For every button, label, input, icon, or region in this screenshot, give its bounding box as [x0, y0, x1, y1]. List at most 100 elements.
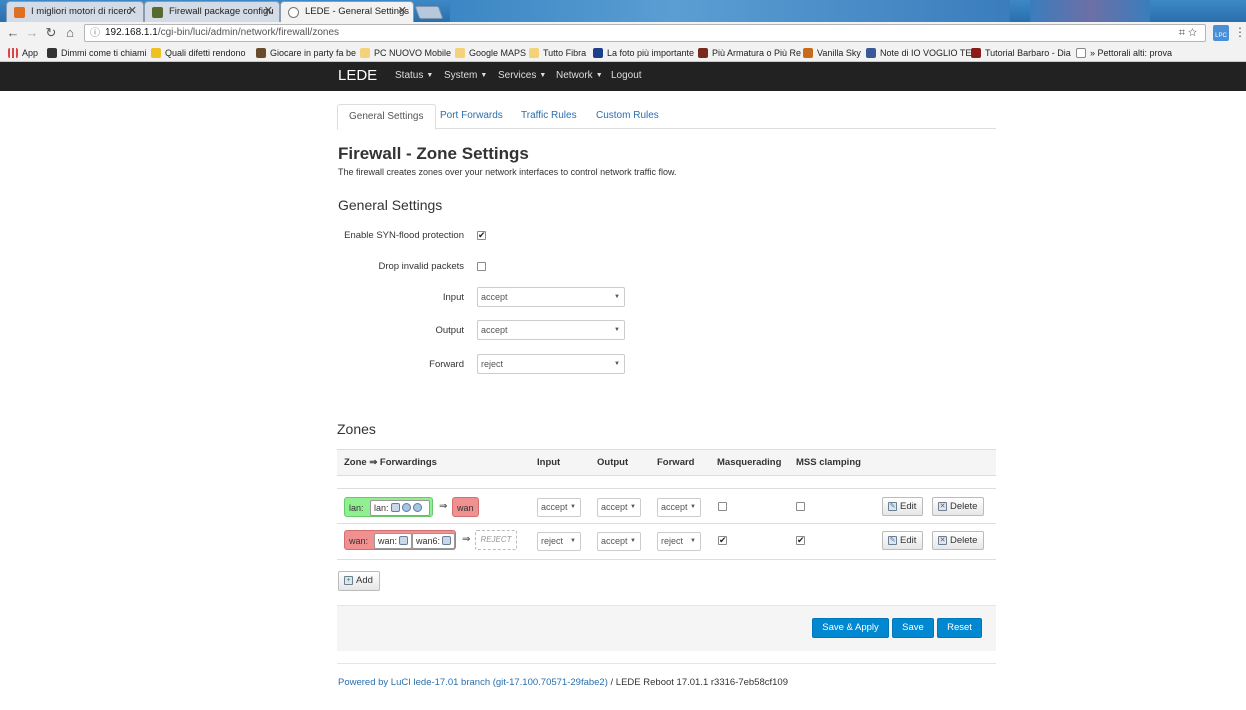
tab-traffic-rules[interactable]: Traffic Rules [510, 104, 588, 129]
delete-icon: ✕ [938, 502, 947, 511]
forward-policy-select[interactable]: reject ▼ [477, 354, 625, 374]
page-description: The firewall creates zones over your net… [338, 167, 677, 177]
brand-logo[interactable]: LEDE [338, 67, 377, 84]
syn-flood-checkbox[interactable]: ✔ [477, 231, 486, 240]
page-info-icon[interactable]: ⓘ [90, 26, 100, 42]
zone-wan-badge[interactable]: wan: wan: wan6: [344, 530, 456, 550]
bookmark-item[interactable]: La foto più importante [593, 46, 694, 60]
new-tab-button[interactable] [414, 6, 444, 19]
browser-tab-1[interactable]: I migliori motori di ricerc ✕ [6, 1, 144, 22]
output-policy-select[interactable]: accept ▼ [477, 320, 625, 340]
col-zone-forwardings: Zone ⇒ Forwardings [344, 457, 437, 468]
back-arrow-icon[interactable]: ← [6, 25, 20, 41]
zone-lan-badge[interactable]: lan: lan: [344, 497, 433, 517]
col-output: Output [597, 457, 629, 468]
translate-icon[interactable]: ⌗ [1179, 27, 1185, 39]
window-titlebar-decor [1030, 0, 1150, 22]
col-mss-clamping: MSS clamping [796, 457, 861, 468]
output-policy-label: Output [435, 325, 464, 336]
zone-lan-output-select[interactable]: accept ▼ [597, 498, 641, 517]
bookmark-item[interactable]: Note di IO VOGLIO TE [866, 46, 971, 60]
tab-port-forwards[interactable]: Port Forwards [429, 104, 514, 129]
bookmark-item[interactable]: Google MAPS [455, 46, 526, 60]
wifi-icon [412, 503, 422, 512]
dropdown-arrow-icon: ▼ [630, 538, 636, 544]
close-tab-icon[interactable]: ✕ [128, 2, 137, 21]
bookmark-item[interactable]: Giocare in party fa be [256, 46, 356, 60]
folder-icon [529, 48, 539, 58]
page-title: Firewall - Zone Settings [338, 144, 529, 163]
zones-table-header: Zone ⇒ Forwardings Input Output Forward … [337, 449, 996, 476]
home-icon[interactable]: ⌂ [63, 25, 77, 41]
bookmark-item[interactable]: Tutto Fibra [529, 46, 586, 60]
zone-wan-output-select[interactable]: accept ▼ [597, 532, 641, 551]
zone-lan-edit-button[interactable]: ✎ Edit [882, 497, 924, 516]
dropdown-arrow-icon: ▼ [614, 361, 620, 367]
bookmark-item[interactable]: Tutorial Barbaro - Dia [971, 46, 1071, 60]
bookmarks-bar: App Dimmi come ti chiami Quali difetti r… [0, 44, 1246, 62]
bookmark-item[interactable]: Vanilla Sky [803, 46, 861, 60]
nav-status[interactable]: Status ▼ [395, 70, 433, 81]
drop-invalid-checkbox[interactable] [477, 262, 486, 271]
save-apply-button[interactable]: Save & Apply [812, 618, 889, 638]
zone-wan-mss-checkbox[interactable]: ✔ [796, 536, 805, 545]
bookmark-item[interactable]: Più Armatura o Più Re [698, 46, 801, 60]
reset-button[interactable]: Reset [937, 618, 982, 638]
browser-tab-2[interactable]: Firewall package configu ✕ [144, 1, 280, 22]
reload-icon[interactable]: ↻ [44, 25, 58, 41]
nav-services[interactable]: Services ▼ [498, 70, 546, 81]
extension-icon[interactable]: LPC [1213, 25, 1229, 41]
zone-wan-delete-button[interactable]: ✕ Delete [932, 531, 985, 550]
syn-flood-label: Enable SYN-flood protection [344, 230, 464, 241]
browser-tabstrip: I migliori motori di ricerc ✕ Firewall p… [0, 0, 1246, 22]
firewall-tabs: General Settings Port Forwards Traffic R… [337, 104, 996, 130]
facebook-icon [866, 48, 876, 58]
tab-custom-rules[interactable]: Custom Rules [585, 104, 670, 129]
interface-wan6: wan6: [412, 533, 455, 549]
zone-wan-masquerading-checkbox[interactable]: ✔ [718, 536, 727, 545]
menu-icon[interactable]: ⋮ [1234, 25, 1246, 39]
nav-system[interactable]: System ▼ [444, 70, 487, 81]
close-tab-icon[interactable]: ✕ [398, 2, 407, 21]
ethernet-icon [442, 536, 452, 545]
general-settings-heading: General Settings [338, 197, 443, 213]
bookmark-item[interactable]: Quali difetti rendono [151, 46, 246, 60]
luci-version-link[interactable]: Powered by LuCI lede-17.01 branch (git-1… [338, 677, 608, 688]
interface-wan: wan: [374, 533, 412, 549]
zone-lan-input-select[interactable]: accept ▼ [537, 498, 581, 517]
table-row: wan: wan: wan6: ⇒ REJECT reject ▼ accept ▼… [337, 524, 996, 560]
save-button[interactable]: Save [892, 618, 934, 638]
zone-lan-forward-select[interactable]: accept ▼ [657, 498, 701, 517]
forward-policy-label: Forward [429, 359, 464, 370]
lede-favicon-icon [288, 7, 299, 18]
add-zone-button[interactable]: + Add [338, 571, 380, 591]
input-policy-select[interactable]: accept ▼ [477, 287, 625, 307]
tab-general-settings[interactable]: General Settings [337, 104, 436, 130]
nav-logout[interactable]: Logout [611, 70, 642, 81]
zone-lan-masquerading-checkbox[interactable] [718, 502, 727, 511]
zone-wan-input-select[interactable]: reject ▼ [537, 532, 581, 551]
zone-wan-dest-badge[interactable]: wan [452, 497, 479, 517]
address-bar[interactable]: ⓘ 192.168.1.1/cgi-bin/luci/admin/network… [84, 24, 1206, 42]
delete-icon: ✕ [938, 536, 947, 545]
edit-icon: ✎ [888, 536, 897, 545]
bookmark-item[interactable]: Dimmi come ti chiami [47, 46, 147, 60]
lede-navbar: LEDE Status ▼ System ▼ Services ▼ Network ▼ … [0, 62, 1246, 91]
window-titlebar-decor [450, 0, 1010, 22]
interface-lan: lan: [370, 500, 430, 516]
zone-wan-forward-select[interactable]: reject ▼ [657, 532, 701, 551]
bookmark-favicon-icon [593, 48, 603, 58]
star-icon[interactable]: ☆ [1188, 27, 1197, 39]
bookmark-apps[interactable]: App [8, 46, 38, 60]
col-forward: Forward [657, 457, 695, 468]
zone-lan-delete-button[interactable]: ✕ Delete [932, 497, 985, 516]
nav-network[interactable]: Network ▼ [556, 70, 603, 81]
close-tab-icon[interactable]: ✕ [264, 2, 273, 21]
bookmark-item[interactable]: » Pettorali alti: prova [1076, 46, 1172, 60]
bookmark-item[interactable]: PC NUOVO Mobile [360, 46, 451, 60]
dropdown-arrow-icon: ▼ [614, 327, 620, 333]
zone-lan-mss-checkbox[interactable] [796, 502, 805, 511]
browser-tab-3-active[interactable]: LEDE - General Settings ✕ [280, 1, 414, 22]
forward-arrow-icon[interactable]: → [25, 25, 39, 41]
zone-wan-edit-button[interactable]: ✎ Edit [882, 531, 924, 550]
